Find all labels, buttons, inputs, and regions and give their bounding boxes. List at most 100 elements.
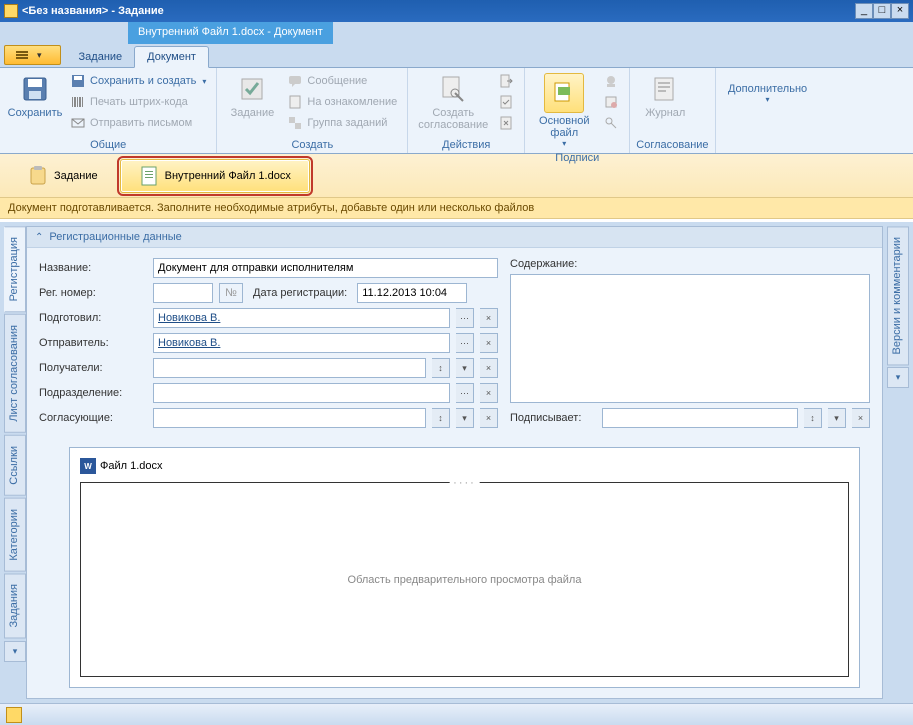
sidetab-tasks[interactable]: Задания <box>4 573 26 638</box>
main-file-button[interactable]: Основной файл ▾ <box>531 71 597 150</box>
doc-check-icon <box>498 94 514 110</box>
sig-small-3[interactable] <box>599 113 623 133</box>
maximize-button[interactable]: □ <box>873 3 891 19</box>
signer-clear-button[interactable]: × <box>852 408 870 428</box>
sig-small-1[interactable] <box>599 71 623 91</box>
cert-icon <box>603 94 619 110</box>
sender-lookup-button[interactable]: ⋯ <box>456 333 474 353</box>
close-button[interactable]: × <box>891 3 909 19</box>
file-menu-icon <box>15 49 29 61</box>
preview-box: Область предварительного просмотра файла <box>80 482 849 677</box>
message-button[interactable]: Сообщение <box>283 71 401 91</box>
hint-text: Документ подготавливается. Заполните нео… <box>8 202 534 214</box>
regdate-input[interactable]: 11.12.2013 10:04 <box>357 283 467 303</box>
save-and-create-button[interactable]: Сохранить и создать ▾ <box>66 71 210 91</box>
review-icon <box>287 94 303 110</box>
regnum-input[interactable] <box>153 283 213 303</box>
sender-input[interactable]: Новикова В. <box>153 333 450 353</box>
sidetab-approval-sheet[interactable]: Лист согласования <box>4 314 26 433</box>
content-textarea[interactable] <box>510 274 870 403</box>
department-clear-button[interactable]: × <box>480 383 498 403</box>
sidetab-versions[interactable]: Версии и комментарии <box>887 226 909 365</box>
tab-task[interactable]: Задание <box>67 47 135 67</box>
regnum-label: Рег. номер: <box>39 287 147 299</box>
signer-input[interactable] <box>602 408 798 428</box>
file-name-row[interactable]: W Файл 1.docx <box>80 458 849 474</box>
chevron-down-icon: ▾ <box>202 77 206 86</box>
hint-bar: Документ подготавливается. Заполните нео… <box>0 198 913 219</box>
prepared-label: Подготовил: <box>39 312 147 324</box>
group-additional-spacer <box>722 137 814 153</box>
sidetab-right-more[interactable]: ▾ <box>887 367 909 388</box>
form-right: Содержание: Подписывает: ↕ ▾ × <box>510 258 870 433</box>
prepared-value[interactable]: Новикова В. <box>158 312 220 324</box>
approvers-dropdown-button[interactable]: ▾ <box>456 408 474 428</box>
approvers-input[interactable] <box>153 408 426 428</box>
signer-dropdown-button[interactable]: ▾ <box>828 408 846 428</box>
minimize-button[interactable]: _ <box>855 3 873 19</box>
task-button[interactable]: Задание <box>223 71 281 121</box>
doctab-file-label: Внутренний Файл 1.docx <box>165 170 291 182</box>
prepared-clear-button[interactable]: × <box>480 308 498 328</box>
journal-label: Журнал <box>645 107 685 119</box>
recipients-clear-button[interactable]: × <box>480 358 498 378</box>
prepared-lookup-button[interactable]: ⋯ <box>456 308 474 328</box>
for-review-button[interactable]: На ознакомление <box>283 92 401 112</box>
word-icon: W <box>80 458 96 474</box>
name-label: Название: <box>39 262 147 274</box>
collapse-icon[interactable]: ⌃ <box>35 232 43 243</box>
action-small-3[interactable] <box>494 113 518 133</box>
sidetab-links[interactable]: Ссылки <box>4 435 26 496</box>
recipients-input[interactable] <box>153 358 426 378</box>
task-group-icon <box>287 115 303 131</box>
additional-icon <box>752 73 784 81</box>
regnum-generate-button[interactable]: № <box>219 283 243 303</box>
department-lookup-button[interactable]: ⋯ <box>456 383 474 403</box>
regdate-label: Дата регистрации: <box>249 287 351 299</box>
group-common-label: Общие <box>6 137 210 153</box>
file-menu-button[interactable] <box>4 45 61 65</box>
name-input[interactable]: Документ для отправки исполнителям <box>153 258 498 278</box>
create-approval-button[interactable]: Создать согласование <box>414 71 492 133</box>
tab-document[interactable]: Документ <box>134 46 209 68</box>
sidetab-more[interactable]: ▾ <box>4 641 26 662</box>
status-folder-icon[interactable] <box>6 707 22 723</box>
clipboard-icon <box>28 166 48 186</box>
sidetab-categories[interactable]: Категории <box>4 498 26 572</box>
main-file-icon <box>544 73 584 113</box>
approval-icon <box>437 73 469 105</box>
doctab-file[interactable]: Внутренний Файл 1.docx <box>120 159 310 193</box>
recipients-dropdown-button[interactable]: ▾ <box>456 358 474 378</box>
sender-clear-button[interactable]: × <box>480 333 498 353</box>
main-file-label: Основной файл <box>533 115 595 139</box>
ribbon-group-create: Задание Сообщение На ознакомление Группа… <box>217 68 408 153</box>
doc-x-icon <box>498 115 514 131</box>
sidetab-registration[interactable]: Регистрация <box>4 226 26 312</box>
action-small-2[interactable] <box>494 92 518 112</box>
task-group-button[interactable]: Группа заданий <box>283 113 401 133</box>
ribbon-group-additional: Дополнительно ▾ <box>716 68 820 153</box>
additional-button[interactable]: Дополнительно ▾ <box>722 71 814 106</box>
mail-icon <box>70 115 86 131</box>
action-small-1[interactable] <box>494 71 518 91</box>
left-side-tabs: Регистрация Лист согласования Ссылки Кат… <box>4 226 26 699</box>
send-mail-label: Отправить письмом <box>90 117 192 129</box>
window-title: <Без названия> - Задание <box>22 5 855 17</box>
signer-expand-button[interactable]: ↕ <box>804 408 822 428</box>
sig-small-2[interactable] <box>599 92 623 112</box>
doctab-task[interactable]: Задание <box>16 160 110 192</box>
journal-button[interactable]: Журнал <box>636 71 694 121</box>
send-mail-button[interactable]: Отправить письмом <box>66 113 210 133</box>
recipients-expand-button[interactable]: ↕ <box>432 358 450 378</box>
print-barcode-button[interactable]: Печать штрих-кода <box>66 92 210 112</box>
sender-value[interactable]: Новикова В. <box>158 337 220 349</box>
approvers-clear-button[interactable]: × <box>480 408 498 428</box>
right-side-tabs: Версии и комментарии ▾ <box>887 226 909 699</box>
department-input[interactable] <box>153 383 450 403</box>
prepared-input[interactable]: Новикова В. <box>153 308 450 328</box>
task-group-label: Группа заданий <box>307 117 387 129</box>
doctab-task-label: Задание <box>54 170 98 182</box>
approvers-expand-button[interactable]: ↕ <box>432 408 450 428</box>
save-button[interactable]: Сохранить <box>6 71 64 121</box>
document-tab-bar: Задание Внутренний Файл 1.docx <box>0 154 913 198</box>
